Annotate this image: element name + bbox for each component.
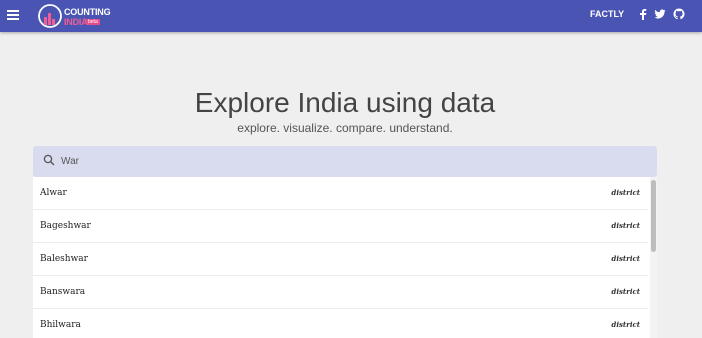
counting-india-logo[interactable]: COUNTING INDIA beta [36, 2, 111, 30]
factly-link[interactable]: FACTLY [590, 9, 624, 19]
result-name: Bageshwar [40, 221, 91, 231]
logo-text-india: INDIA [64, 17, 88, 27]
search-icon [43, 154, 55, 166]
result-item-bhilwara[interactable]: Bhilwara district [33, 309, 648, 338]
search-bar[interactable] [33, 146, 657, 177]
result-name: Bhilwara [40, 320, 81, 330]
result-item-baleshwar[interactable]: Baleshwar district [33, 243, 648, 276]
result-item-alwar[interactable]: Alwar district [33, 177, 648, 210]
result-type: district [611, 287, 640, 296]
result-name: Banswara [40, 287, 86, 297]
top-app-bar: COUNTING INDIA beta FACTLY [0, 0, 702, 32]
result-item-banswara[interactable]: Banswara district [33, 276, 648, 309]
results-scrollbar[interactable] [650, 177, 657, 338]
result-type: district [611, 188, 640, 197]
hamburger-menu-icon[interactable] [7, 10, 19, 20]
beta-badge: beta [86, 19, 100, 25]
search-results-list: Alwar district Bageshwar district Balesh… [33, 177, 657, 338]
result-type: district [611, 320, 640, 329]
page-subtitle: explore. visualize. compare. understand. [237, 121, 453, 135]
github-icon[interactable] [673, 8, 685, 20]
result-item-bageshwar[interactable]: Bageshwar district [33, 210, 648, 243]
facebook-icon[interactable] [639, 8, 647, 20]
twitter-icon[interactable] [654, 8, 666, 20]
logo-text-counting: COUNTING [64, 7, 111, 17]
logo-circle-icon [38, 4, 62, 28]
search-input[interactable] [61, 152, 641, 170]
result-type: district [611, 221, 640, 230]
result-name: Alwar [40, 188, 67, 198]
page-title: Explore India using data [194, 87, 496, 118]
result-type: district [611, 254, 640, 263]
result-name: Baleshwar [40, 254, 88, 264]
scrollbar-thumb[interactable] [651, 180, 656, 252]
